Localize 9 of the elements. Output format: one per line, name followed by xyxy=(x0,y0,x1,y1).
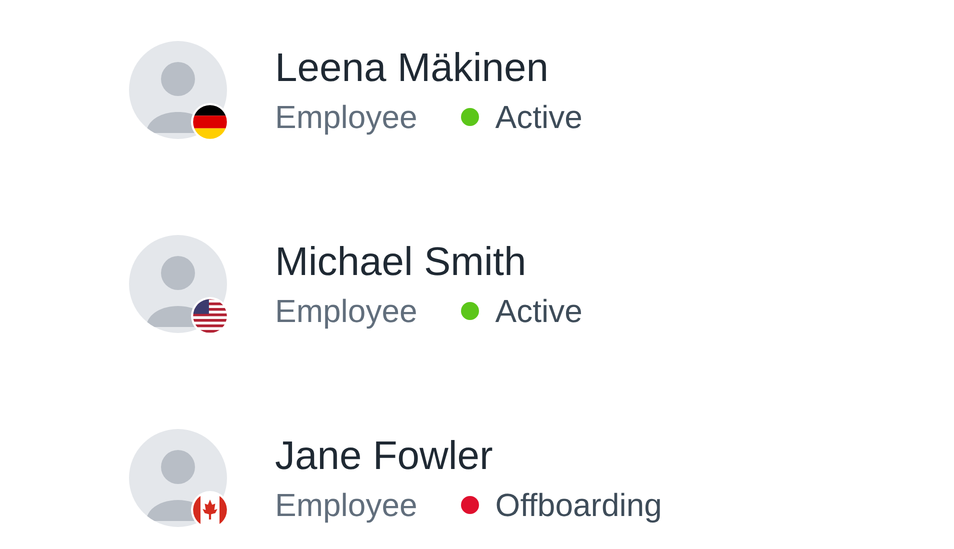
person-name: Michael Smith xyxy=(275,239,528,286)
status-label: Active xyxy=(495,98,582,137)
role-label: Employee xyxy=(275,98,418,137)
person-name: Leena Mäkinen xyxy=(275,45,550,92)
status-label: Offboarding xyxy=(495,486,662,525)
role-label: Employee xyxy=(275,486,418,525)
status-label: Active xyxy=(495,292,582,331)
person-name: Jane Fowler xyxy=(275,433,494,480)
role-label: Employee xyxy=(275,292,418,331)
